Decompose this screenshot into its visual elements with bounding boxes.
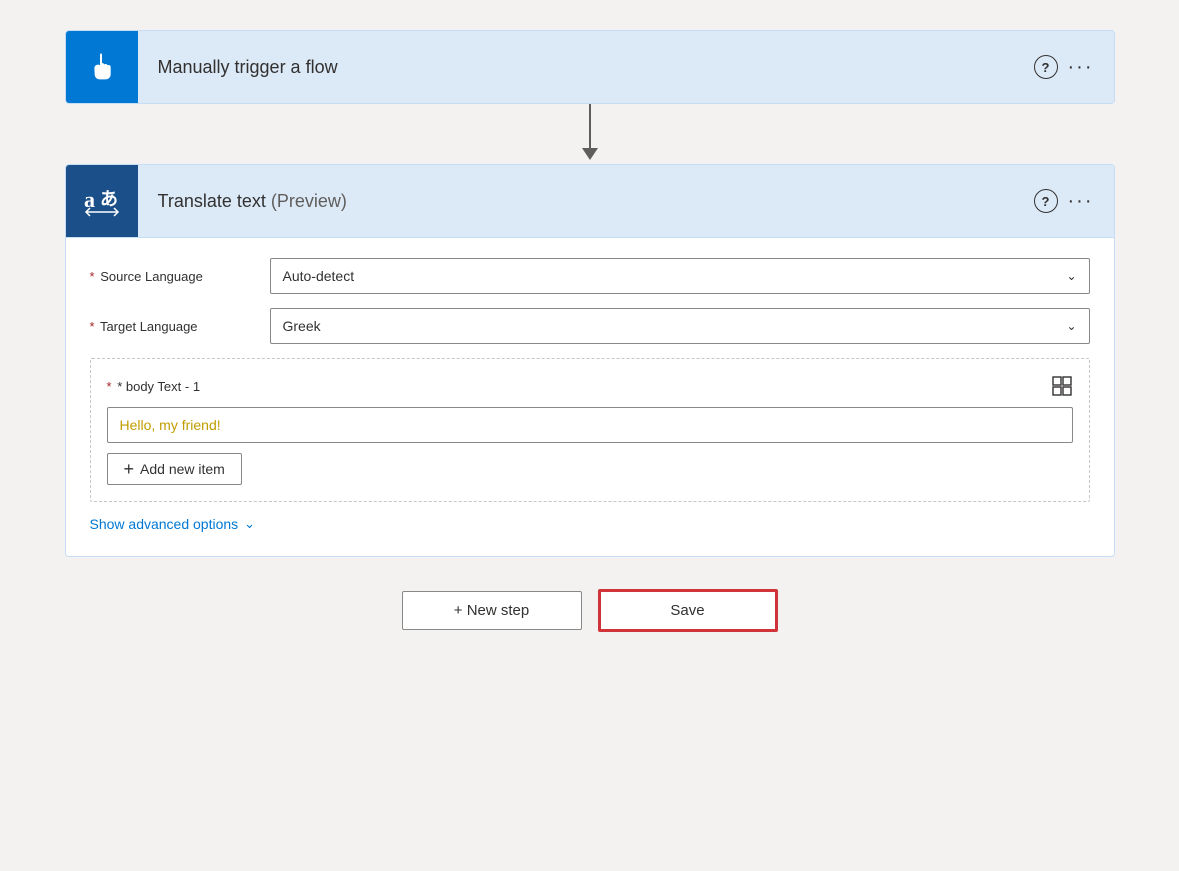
source-language-value: Auto-detect bbox=[283, 268, 355, 284]
add-item-plus-icon: + bbox=[124, 460, 135, 478]
action-actions: ? ··· bbox=[1034, 189, 1114, 213]
arrow-line bbox=[589, 104, 591, 148]
new-step-button[interactable]: + New step bbox=[402, 591, 582, 630]
add-new-item-button[interactable]: + Add new item bbox=[107, 453, 242, 485]
arrow-connector bbox=[582, 104, 598, 164]
show-advanced-label: Show advanced options bbox=[90, 516, 239, 532]
show-advanced-button[interactable]: Show advanced options ⌄ bbox=[90, 516, 256, 532]
target-language-row: * Target Language Greek ⌄ bbox=[90, 308, 1090, 344]
show-advanced-chevron-icon: ⌄ bbox=[244, 516, 255, 532]
bottom-actions: + New step Save bbox=[402, 589, 778, 632]
source-label-text: Source Language bbox=[100, 269, 203, 284]
action-preview-label: (Preview) bbox=[271, 191, 347, 211]
add-item-label: Add new item bbox=[140, 461, 225, 477]
target-chevron-icon: ⌄ bbox=[1066, 319, 1076, 333]
action-title: Translate text (Preview) bbox=[138, 191, 1034, 212]
body-text-label-text: * body Text - 1 bbox=[117, 379, 200, 394]
translate-svg: a あ bbox=[80, 179, 124, 223]
trigger-card: Manually trigger a flow ? ··· bbox=[65, 30, 1115, 104]
save-button[interactable]: Save bbox=[598, 589, 778, 632]
body-text-label-row: * * body Text - 1 bbox=[107, 375, 1073, 397]
body-text-label: * * body Text - 1 bbox=[107, 379, 201, 394]
trigger-more-button[interactable]: ··· bbox=[1068, 57, 1094, 77]
target-language-label: * Target Language bbox=[90, 319, 270, 334]
action-title-text: Translate text bbox=[158, 191, 266, 211]
action-icon-box: a あ bbox=[66, 165, 138, 237]
source-required-star: * bbox=[90, 269, 95, 284]
trigger-help-icon[interactable]: ? bbox=[1034, 55, 1058, 79]
target-language-dropdown[interactable]: Greek ⌄ bbox=[270, 308, 1090, 344]
body-required-star: * bbox=[107, 379, 112, 394]
source-language-row: * Source Language Auto-detect ⌄ bbox=[90, 258, 1090, 294]
trigger-icon-box bbox=[66, 31, 138, 103]
target-label-text: Target Language bbox=[100, 319, 198, 334]
svg-text:あ: あ bbox=[100, 189, 118, 209]
target-required-star: * bbox=[90, 319, 95, 334]
trigger-actions: ? ··· bbox=[1034, 55, 1114, 79]
canvas: Manually trigger a flow ? ··· a あ bbox=[65, 30, 1115, 632]
action-more-button[interactable]: ··· bbox=[1068, 191, 1094, 211]
body-text-input[interactable] bbox=[107, 407, 1073, 443]
array-table-icon bbox=[1051, 375, 1073, 397]
trigger-title: Manually trigger a flow bbox=[138, 57, 1034, 78]
target-language-value: Greek bbox=[283, 318, 321, 334]
trigger-icon bbox=[84, 49, 120, 85]
source-chevron-icon: ⌄ bbox=[1066, 269, 1076, 283]
body-text-array-icon-button[interactable] bbox=[1051, 375, 1073, 397]
body-text-array: * * body Text - 1 + bbox=[90, 358, 1090, 502]
source-language-dropdown[interactable]: Auto-detect ⌄ bbox=[270, 258, 1090, 294]
translate-icon: a あ bbox=[80, 179, 124, 223]
action-card: a あ Translate text (Preview) ? ··· bbox=[65, 164, 1115, 557]
arrow-head bbox=[582, 148, 598, 160]
source-language-label: * Source Language bbox=[90, 269, 270, 284]
action-help-icon[interactable]: ? bbox=[1034, 189, 1058, 213]
action-body: * Source Language Auto-detect ⌄ * Target… bbox=[66, 238, 1114, 556]
action-header: a あ Translate text (Preview) ? ··· bbox=[66, 165, 1114, 238]
